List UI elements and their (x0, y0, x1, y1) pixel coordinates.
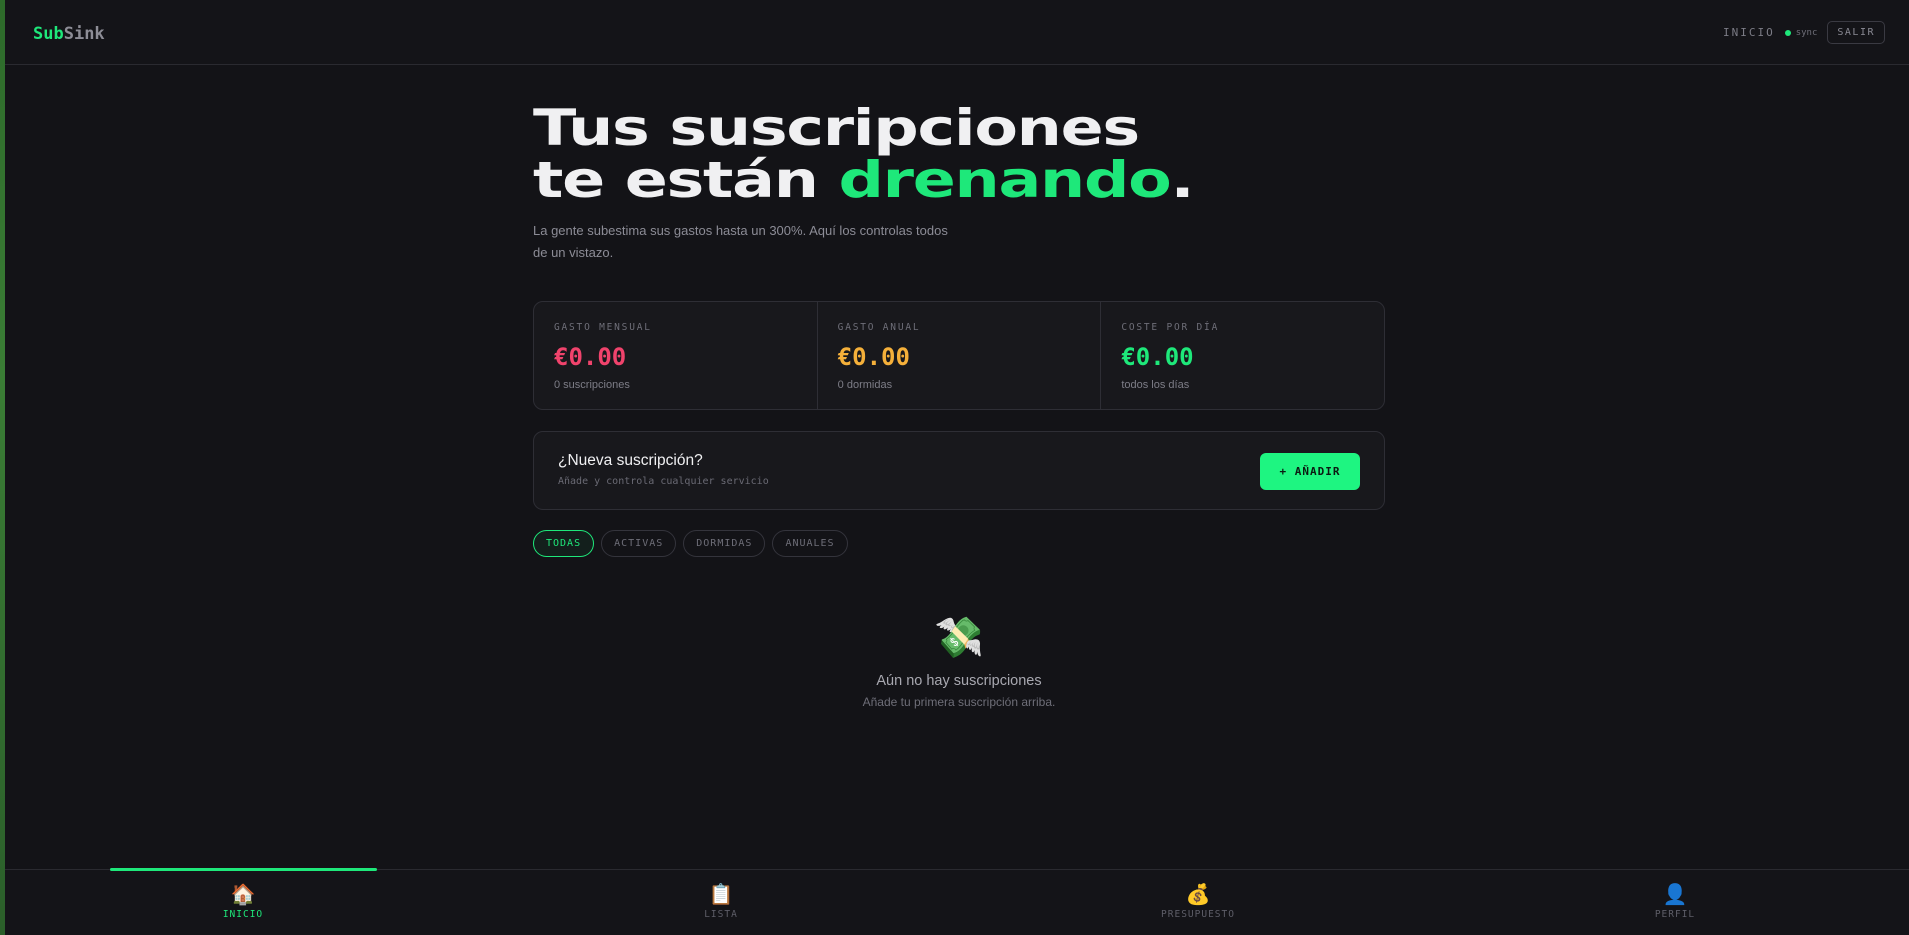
tab-label: PRESUPUESTO (1161, 909, 1235, 920)
stat-note: 0 dormidas (837, 379, 893, 391)
house-icon: 🏠 (230, 884, 256, 906)
tab-lista[interactable]: 📋 LISTA (651, 884, 791, 920)
title-highlight: drenando (838, 151, 1171, 209)
sync-dot-icon (1784, 29, 1791, 36)
header-nav: INICIO sync SALIR (1723, 21, 1885, 44)
empty-state-title: Aún no hay suscripciones (876, 673, 1042, 689)
logout-button[interactable]: SALIR (1827, 21, 1885, 44)
bottom-nav: 🏠 INICIO 📋 LISTA 💰 PRESUPUESTO 👤 PERFIL (5, 868, 1909, 935)
filter-activas[interactable]: ACTIVAS (601, 530, 677, 557)
money-with-wings-icon: 💸 (934, 616, 984, 660)
stat-value: €0.00 (837, 343, 910, 371)
stat-value: €0.00 (1121, 343, 1194, 371)
filter-dormidas[interactable]: DORMIDAS (683, 530, 766, 557)
sync-label: sync (1795, 27, 1818, 38)
clipboard-icon: 📋 (708, 884, 734, 906)
tab-presupuesto[interactable]: 💰 PRESUPUESTO (1128, 884, 1268, 920)
stat-monthly: GASTO MENSUAL €0.00 0 suscripciones (534, 302, 817, 409)
tab-label: INICIO (222, 909, 264, 920)
window-left-edge (0, 0, 5, 935)
filter-chips: TODAS ACTIVAS DORMIDAS ANUALES (533, 530, 848, 557)
stats-panel: GASTO MENSUAL €0.00 0 suscripciones GAST… (533, 301, 1385, 410)
stat-note: todos los días (1121, 379, 1190, 391)
new-subscription-title: ¿Nueva suscripción? (558, 452, 703, 469)
add-subscription-button[interactable]: + AÑADIR (1260, 453, 1360, 490)
nav-inicio-link[interactable]: INICIO (1723, 26, 1775, 39)
page-title: Tus suscripciones te están drenando. (533, 102, 1625, 206)
stat-daily: COSTE POR DÍA €0.00 todos los días (1100, 302, 1384, 409)
app-logo[interactable]: SubSink (33, 24, 105, 44)
stat-value: €0.00 (554, 343, 627, 371)
title-line-2-prefix: te están (533, 151, 839, 209)
new-subscription-card: ¿Nueva suscripción? Añade y controla cua… (533, 431, 1385, 510)
hero: Tus suscripciones te están drenando. La … (533, 102, 1393, 264)
tab-perfil[interactable]: 👤 PERFIL (1605, 884, 1745, 920)
stat-label: COSTE POR DÍA (1121, 322, 1220, 333)
filter-todas[interactable]: TODAS (533, 530, 595, 557)
title-line-1: Tus suscripciones (533, 99, 1140, 157)
logo-part-sink: Sink (63, 24, 105, 44)
stat-note: 0 suscripciones (554, 379, 630, 391)
title-line-2-suffix: . (1170, 151, 1195, 209)
tab-label: PERFIL (1654, 909, 1696, 920)
tab-inicio[interactable]: 🏠 INICIO (173, 884, 313, 920)
empty-state: 💸 Aún no hay suscripciones Añade tu prim… (533, 615, 1385, 709)
logo-part-sub: Sub (33, 24, 64, 44)
stat-annual: GASTO ANUAL €0.00 0 dormidas (816, 302, 1101, 409)
active-tab-indicator (110, 868, 377, 871)
hero-subtitle: La gente subestima sus gastos hasta un 3… (533, 223, 948, 260)
empty-state-subtitle: Añade tu primera suscripción arriba. (862, 695, 1056, 709)
sync-status: sync (1784, 27, 1818, 38)
stat-label: GASTO ANUAL (837, 322, 921, 333)
stat-label: GASTO MENSUAL (554, 322, 652, 333)
money-bag-icon: 💰 (1185, 884, 1211, 906)
tab-label: LISTA (704, 909, 738, 920)
filter-anuales[interactable]: ANUALES (772, 530, 848, 557)
user-icon: 👤 (1662, 884, 1688, 906)
top-bar: SubSink INICIO sync SALIR (5, 0, 1909, 65)
new-subscription-subtitle: Añade y controla cualquier servicio (558, 476, 769, 487)
